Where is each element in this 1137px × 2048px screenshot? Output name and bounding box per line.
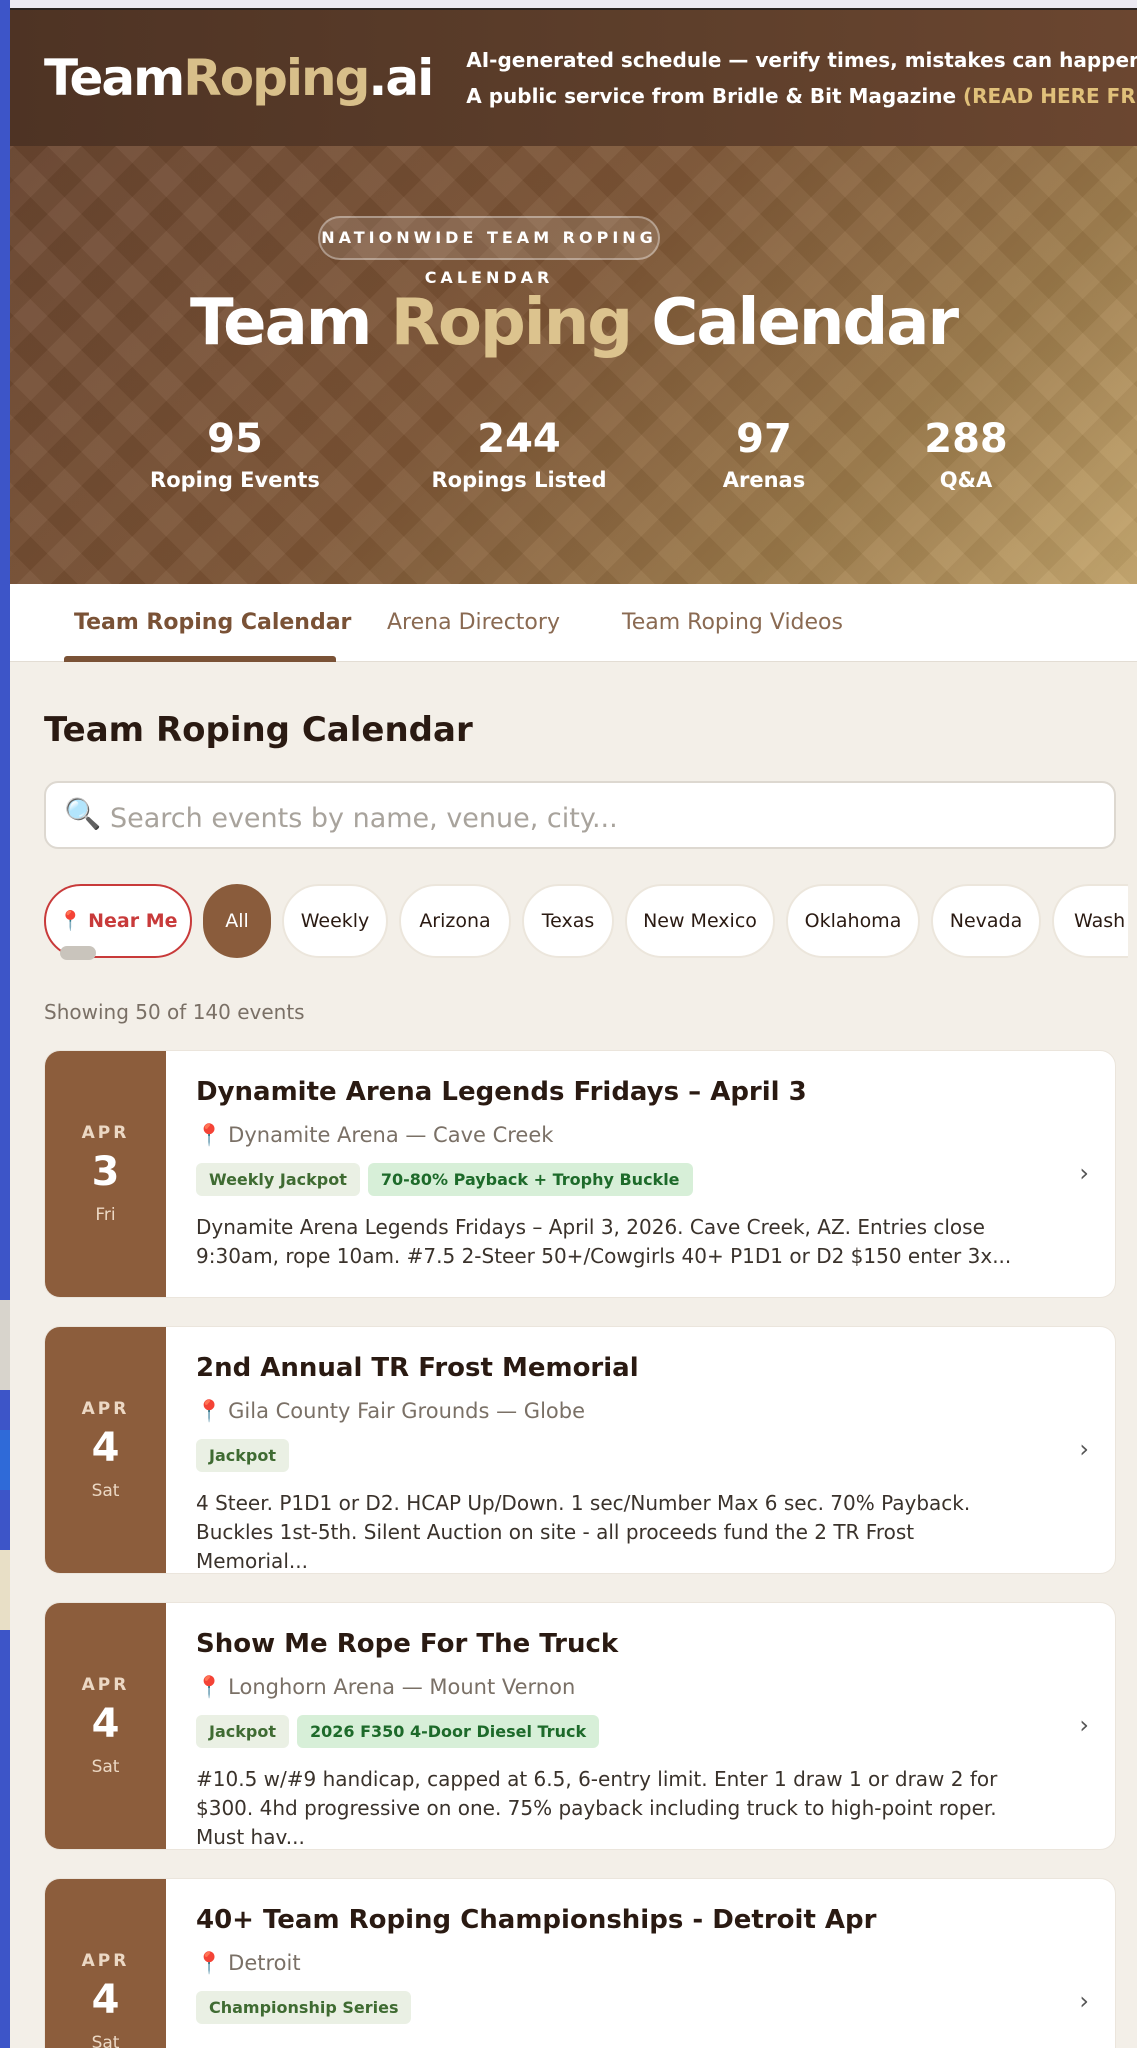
logo-text-roping: Roping xyxy=(183,49,370,107)
tab-bar: Team Roping Calendar Arena Directory Tea… xyxy=(10,584,1137,662)
event-description: #10.5 w/#9 handicap, capped at 6.5, 6-en… xyxy=(196,1767,998,1849)
tab-team-roping-calendar[interactable]: Team Roping Calendar xyxy=(74,584,351,662)
event-card[interactable]: APR 4 Sat 2nd Annual TR Frost Memorial 📍… xyxy=(44,1326,1116,1574)
event-date-block: APR 3 Fri xyxy=(45,1051,166,1297)
filter-new-mexico[interactable]: New Mexico xyxy=(625,884,775,958)
event-title: Dynamite Arena Legends Fridays – April 3 xyxy=(196,1077,807,1107)
event-card[interactable]: APR 3 Fri Dynamite Arena Legends Fridays… xyxy=(44,1050,1116,1298)
event-tags: Jackpot xyxy=(196,1439,297,1472)
filter-texas[interactable]: Texas xyxy=(522,884,614,958)
event-tags: Jackpot 2026 F350 4-Door Diesel Truck xyxy=(196,1715,607,1748)
active-tab-indicator xyxy=(64,656,336,662)
event-title: Show Me Rope For The Truck xyxy=(196,1629,619,1659)
background-window xyxy=(0,0,10,2048)
event-venue: 📍 Detroit xyxy=(196,1951,301,1975)
hero-eyebrow-pill: NATIONWIDE TEAM ROPING CALENDAR xyxy=(318,216,660,287)
filter-arizona[interactable]: Arizona xyxy=(399,884,511,958)
hero-banner: NATIONWIDE TEAM ROPING CALENDAR Team Rop… xyxy=(10,146,1137,584)
search-input[interactable]: 🔍 Search events by name, venue, city... xyxy=(44,781,1116,849)
event-venue: 📍 Longhorn Arena — Mount Vernon xyxy=(196,1675,576,1699)
event-venue: 📍 Gila County Fair Grounds — Globe xyxy=(196,1399,586,1423)
browser-top-edge xyxy=(10,0,1137,10)
filter-nevada[interactable]: Nevada xyxy=(931,884,1041,958)
filter-all[interactable]: All xyxy=(203,884,271,958)
filter-weekly[interactable]: Weekly xyxy=(282,884,388,958)
event-tag: 70-80% Payback + Trophy Buckle xyxy=(367,1163,693,1196)
event-tags: Weekly Jackpot 70-80% Payback + Trophy Bu… xyxy=(196,1163,701,1196)
results-count: Showing 50 of 140 events xyxy=(44,1000,305,1024)
filter-washington[interactable]: Wash xyxy=(1052,884,1128,958)
site-header: TeamRoping.ai AI-generated schedule — ve… xyxy=(10,10,1137,146)
event-date-block: APR 4 Sat xyxy=(45,1603,166,1849)
event-description: 4 Steer. P1D1 or D2. HCAP Up/Down. 1 sec… xyxy=(196,1491,971,1573)
magnifier-icon: 🔍 xyxy=(64,797,102,832)
stat-roping-events: 95 Roping Events xyxy=(150,416,320,492)
header-attribution: A public service from Bridle & Bit Magaz… xyxy=(466,78,1137,114)
page-title: Team Roping Calendar xyxy=(44,710,473,750)
map-pin-icon: 📍 xyxy=(196,1123,223,1147)
page: TeamRoping.ai AI-generated schedule — ve… xyxy=(10,0,1137,2048)
event-title: 40+ Team Roping Championships - Detroit … xyxy=(196,1905,877,1935)
hero-title: Team Roping Calendar xyxy=(190,286,959,360)
header-disclaimer: AI-generated schedule — verify times, mi… xyxy=(466,48,1137,72)
tab-arena-directory[interactable]: Arena Directory xyxy=(387,584,560,662)
event-tag: 2026 F350 4-Door Diesel Truck xyxy=(296,1715,600,1748)
map-pin-icon: 📍 xyxy=(58,910,83,932)
chevron-right-icon: › xyxy=(1079,1711,1089,1739)
read-here-free-link[interactable]: (READ HERE FREE) xyxy=(963,84,1137,108)
filter-chips: 📍 Near Me All Weekly Arizona Texas New Me… xyxy=(44,884,1128,960)
chevron-right-icon: › xyxy=(1079,1159,1089,1187)
event-card[interactable]: APR 4 Sat Show Me Rope For The Truck 📍 Lo… xyxy=(44,1602,1116,1850)
event-tag: Championship Series xyxy=(196,1991,412,2024)
logo-text-ai: .ai xyxy=(368,49,434,107)
stat-ropings-listed: 244 Ropings Listed xyxy=(431,416,607,492)
search-placeholder: Search events by name, venue, city... xyxy=(110,803,618,834)
event-venue: 📍 Dynamite Arena — Cave Creek xyxy=(196,1123,554,1147)
event-tag: Jackpot xyxy=(196,1439,289,1472)
event-description: Dynamite Arena Legends Fridays – April 3… xyxy=(196,1215,1012,1268)
map-pin-icon: 📍 xyxy=(196,1399,223,1423)
event-tag: Jackpot xyxy=(196,1715,289,1748)
map-pin-icon: 📍 xyxy=(196,1675,223,1699)
header-notice: AI-generated schedule — verify times, mi… xyxy=(466,42,1137,114)
map-pin-icon: 📍 xyxy=(196,1951,223,1975)
chevron-right-icon: › xyxy=(1079,1435,1089,1463)
event-date-block: APR 4 Sat xyxy=(45,1327,166,1573)
chips-scrollbar[interactable] xyxy=(60,946,96,960)
event-title: 2nd Annual TR Frost Memorial xyxy=(196,1353,639,1383)
event-date-block: APR 4 Sat xyxy=(45,1879,166,2048)
event-tag: Weekly Jackpot xyxy=(196,1163,360,1196)
event-tags: Championship Series xyxy=(196,1991,419,2024)
event-card[interactable]: APR 4 Sat 40+ Team Roping Championships … xyxy=(44,1878,1116,2048)
tab-team-roping-videos[interactable]: Team Roping Videos xyxy=(622,584,843,662)
chevron-right-icon: › xyxy=(1079,1987,1089,2015)
logo-text-team: Team xyxy=(44,49,185,107)
filter-oklahoma[interactable]: Oklahoma xyxy=(786,884,920,958)
stat-qa: 288 Q&A xyxy=(924,416,1008,492)
site-logo[interactable]: TeamRoping.ai xyxy=(44,49,434,107)
